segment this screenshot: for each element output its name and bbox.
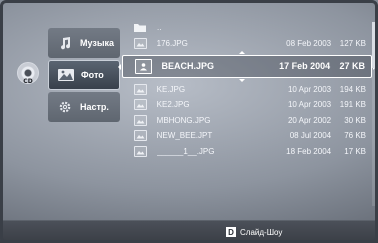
- gear-icon: [54, 99, 76, 115]
- media-browser-screen: CD Музыка Фото Настр. .. 176.JPG 08 Feb …: [0, 0, 378, 243]
- file-row[interactable]: 176.JPG 08 Feb 2003 127 KB: [128, 35, 366, 50]
- file-name: KE.JPG: [156, 84, 186, 94]
- category-sidebar: Музыка Фото Настр.: [48, 28, 120, 124]
- file-list: .. 176.JPG 08 Feb 2003 127 KB BEACH.JPG …: [118, 20, 376, 159]
- file-date: 08 Jul 2004: [289, 131, 332, 141]
- file-date: 08 Feb 2003: [286, 38, 332, 48]
- file-name: 176.JPG: [156, 38, 188, 48]
- file-size: 127 KB: [339, 38, 366, 48]
- file-name: ______1__.JPG: [156, 146, 215, 156]
- file-size: 27 KB: [339, 61, 365, 72]
- folder-up-icon: [133, 22, 147, 33]
- footer-bar: D Слайд-Шоу: [0, 220, 378, 243]
- file-name: BEACH.JPG: [161, 61, 215, 72]
- file-name: NEW_BEE.JPT: [156, 131, 213, 141]
- image-file-icon: [134, 130, 147, 142]
- image-file-icon: [134, 114, 147, 126]
- file-size: 191 KB: [339, 100, 366, 110]
- image-file-icon: [135, 58, 152, 74]
- image-file-icon: [134, 83, 147, 95]
- file-date: 18 Feb 2004: [286, 146, 332, 156]
- file-date: 17 Feb 2004: [279, 61, 331, 72]
- file-row[interactable]: ______1__.JPG 18 Feb 2004 17 KB: [128, 143, 366, 158]
- file-name: ..: [157, 23, 162, 33]
- sidebar-item-photo[interactable]: Фото: [48, 60, 120, 90]
- d-key-icon: D: [226, 227, 236, 237]
- image-file-icon: [134, 37, 147, 49]
- file-row[interactable]: MBHONG.JPG 20 Apr 2002 30 KB: [128, 113, 366, 128]
- parent-folder-row[interactable]: ..: [128, 20, 366, 35]
- music-note-icon: [54, 35, 76, 51]
- file-row-selected[interactable]: BEACH.JPG 17 Feb 2004 27 KB: [118, 50, 376, 82]
- sidebar-item-label: Музыка: [80, 38, 115, 48]
- file-date: 20 Apr 2002: [287, 115, 332, 125]
- file-size: 76 KB: [344, 131, 366, 141]
- photo-icon: [55, 67, 77, 83]
- disc-label: CD: [23, 78, 33, 85]
- file-size: 17 KB: [344, 146, 366, 156]
- sidebar-item-music[interactable]: Музыка: [48, 28, 120, 58]
- scrollbar-thumb[interactable]: [372, 22, 375, 68]
- sidebar-item-label: Настр.: [80, 102, 109, 112]
- image-file-icon: [134, 99, 147, 111]
- sidebar-item-label: Фото: [81, 70, 104, 80]
- file-size: 30 KB: [344, 115, 366, 125]
- file-name: MBHONG.JPG: [156, 115, 211, 125]
- sidebar-item-settings[interactable]: Настр.: [48, 92, 120, 122]
- file-date: 10 Apr 2003: [287, 100, 332, 110]
- arrow-left-icon: [118, 63, 121, 70]
- file-row[interactable]: NEW_BEE.JPT 08 Jul 2004 76 KB: [128, 128, 366, 143]
- file-row[interactable]: KE2.JPG 10 Apr 2003 191 KB: [128, 97, 366, 112]
- file-name: KE2.JPG: [156, 100, 190, 110]
- image-file-icon: [134, 145, 147, 157]
- arrow-up-icon: [239, 50, 245, 54]
- slideshow-label: Слайд-Шоу: [240, 227, 283, 237]
- file-date: 10 Apr 2003: [287, 84, 332, 94]
- file-row[interactable]: KE.JPG 10 Apr 2003 194 KB: [128, 82, 366, 97]
- file-size: 194 KB: [339, 84, 366, 94]
- file-list-scrollbar[interactable]: [372, 22, 375, 206]
- slideshow-hint[interactable]: D Слайд-Шоу: [226, 227, 282, 237]
